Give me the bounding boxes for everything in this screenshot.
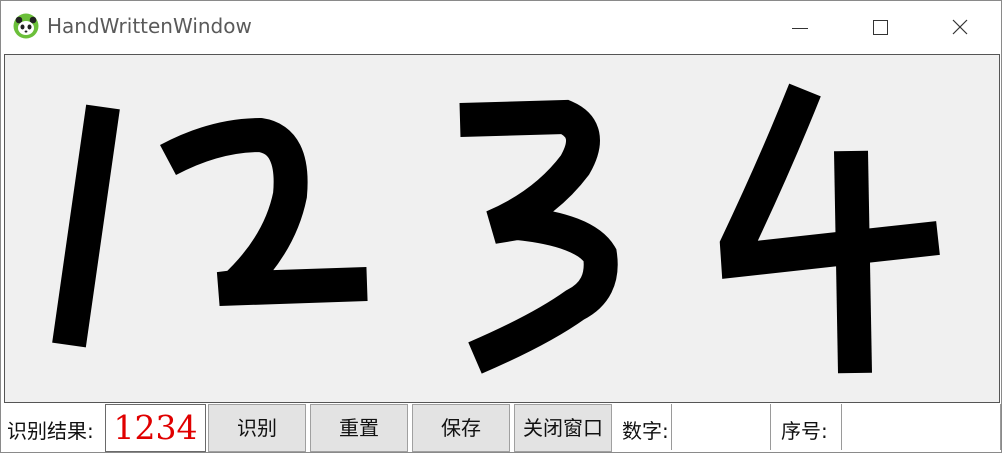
minimize-button[interactable] xyxy=(760,1,840,53)
app-window: HandWrittenWindow 识别结果: 1234 识别 重置 保存 关闭 xyxy=(0,0,1002,453)
save-button[interactable]: 保存 xyxy=(412,404,510,452)
digit-stroke-1 xyxy=(52,104,120,348)
recognize-button[interactable]: 识别 xyxy=(208,404,306,452)
close-window-button[interactable] xyxy=(920,1,1000,53)
result-display: 1234 xyxy=(105,404,206,452)
drawing-canvas[interactable] xyxy=(4,54,1000,403)
window-title: HandWrittenWindow xyxy=(47,14,252,38)
digit-stroke-5 xyxy=(834,150,872,374)
digit-input[interactable] xyxy=(671,404,771,450)
close-icon xyxy=(952,19,968,35)
result-label: 识别结果: xyxy=(7,419,94,443)
index-input[interactable] xyxy=(841,404,1001,450)
maximize-button[interactable] xyxy=(840,1,920,53)
digit-stroke-2 xyxy=(160,117,368,306)
title-bar[interactable]: HandWrittenWindow xyxy=(1,1,1001,53)
close-button[interactable]: 关闭窗口 xyxy=(514,404,612,452)
digit-stroke-3 xyxy=(459,99,618,374)
panda-icon xyxy=(13,13,39,39)
digit-label: 数字: xyxy=(622,419,669,443)
reset-button[interactable]: 重置 xyxy=(310,404,408,452)
control-bar: 识别结果: 1234 识别 重置 保存 关闭窗口 数字: 序号: xyxy=(1,403,1001,452)
index-label: 序号: xyxy=(781,419,828,443)
